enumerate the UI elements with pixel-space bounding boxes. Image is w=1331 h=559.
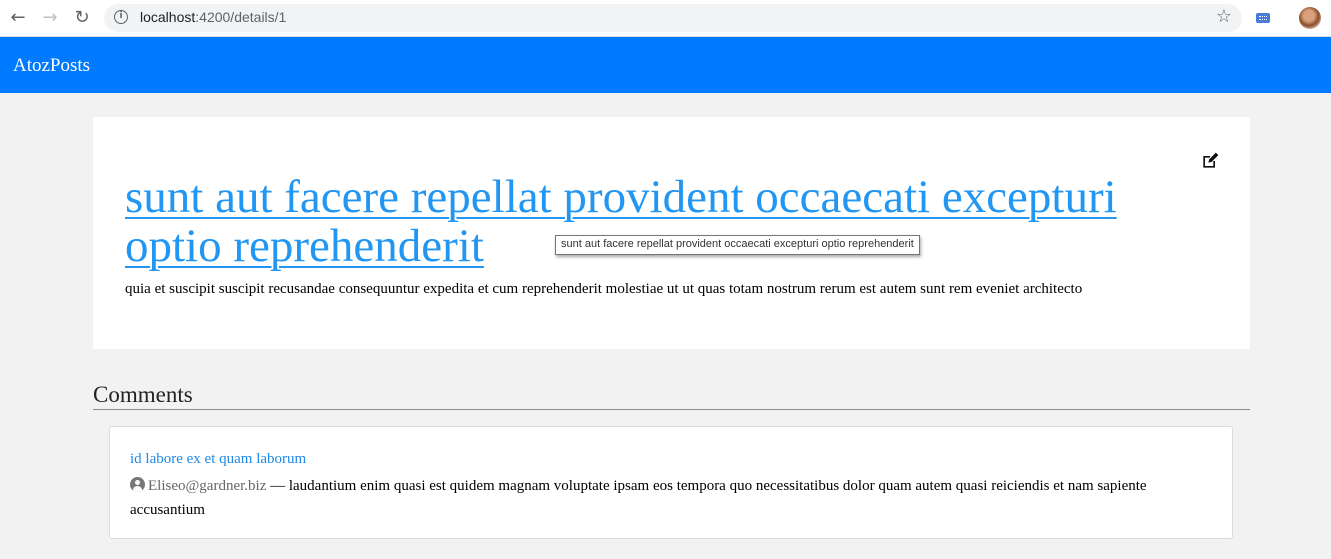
forward-icon[interactable]: → bbox=[38, 6, 62, 30]
extension-icon[interactable] bbox=[1256, 13, 1270, 23]
info-icon[interactable]: i bbox=[114, 10, 128, 24]
comment-email: Eliseo@gardner.biz bbox=[148, 478, 267, 494]
user-icon bbox=[130, 477, 145, 492]
post-body: quia et suscipit suscipit recusandae con… bbox=[125, 281, 1083, 297]
comment-separator: — bbox=[266, 478, 289, 494]
address-bar[interactable]: i localhost:4200/details/1 ☆ bbox=[104, 4, 1242, 32]
comments-heading: Comments bbox=[93, 381, 1250, 410]
comment-body: Eliseo@gardner.biz — laudantium enim qua… bbox=[130, 474, 1190, 522]
comment-title[interactable]: id labore ex et quam laborum bbox=[130, 451, 306, 468]
post-card: sunt aut facere repellat provident occae… bbox=[93, 117, 1250, 349]
star-icon[interactable]: ☆ bbox=[1216, 6, 1232, 27]
app-navbar: AtozPosts bbox=[0, 37, 1331, 93]
url-text[interactable]: localhost:4200/details/1 bbox=[140, 9, 286, 25]
reload-icon[interactable]: ↻ bbox=[70, 6, 94, 30]
edit-icon[interactable] bbox=[1200, 151, 1220, 171]
brand-logo[interactable]: AtozPosts bbox=[13, 55, 90, 77]
post-title[interactable]: sunt aut facere repellat provident occae… bbox=[125, 173, 1165, 271]
url-path: :4200/details/1 bbox=[195, 9, 287, 25]
title-tooltip: sunt aut facere repellat provident occae… bbox=[555, 235, 920, 255]
profile-avatar[interactable] bbox=[1299, 7, 1321, 29]
comment-card: id labore ex et quam laborum Eliseo@gard… bbox=[109, 426, 1233, 539]
back-icon[interactable]: ← bbox=[6, 6, 30, 30]
browser-toolbar: ← → ↻ i localhost:4200/details/1 ☆ bbox=[0, 0, 1331, 37]
url-host: localhost bbox=[140, 9, 196, 25]
